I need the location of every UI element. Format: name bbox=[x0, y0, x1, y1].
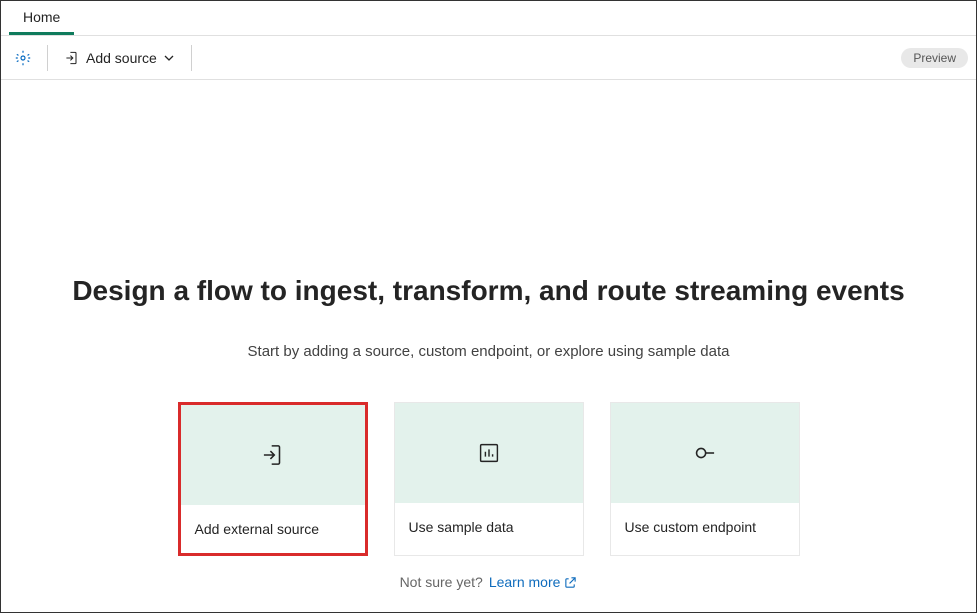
settings-button[interactable] bbox=[9, 44, 37, 72]
add-source-button[interactable]: Add source bbox=[58, 46, 181, 70]
tabstrip: Home bbox=[1, 1, 976, 36]
toolbar: Add source Preview bbox=[1, 36, 976, 80]
chevron-down-icon bbox=[163, 52, 175, 64]
card-visual bbox=[611, 403, 799, 503]
card-use-sample-data[interactable]: Use sample data bbox=[394, 402, 584, 556]
endpoint-icon bbox=[692, 440, 718, 466]
learn-more-label: Learn more bbox=[489, 574, 561, 590]
enter-icon bbox=[64, 50, 80, 66]
card-row: Add external source Use sample data bbox=[178, 402, 800, 556]
footer-prompt: Not sure yet? bbox=[400, 574, 483, 590]
learn-more-link[interactable]: Learn more bbox=[489, 574, 578, 590]
add-source-label: Add source bbox=[86, 50, 157, 66]
card-use-custom-endpoint[interactable]: Use custom endpoint bbox=[610, 402, 800, 556]
page-subtitle: Start by adding a source, custom endpoin… bbox=[248, 343, 730, 360]
card-visual bbox=[395, 403, 583, 503]
gear-icon bbox=[14, 49, 32, 67]
card-label: Use custom endpoint bbox=[611, 503, 799, 551]
card-visual bbox=[181, 405, 365, 505]
preview-badge: Preview bbox=[901, 48, 968, 68]
canvas: Design a flow to ingest, transform, and … bbox=[1, 80, 976, 590]
bar-chart-icon bbox=[477, 441, 501, 465]
card-label: Use sample data bbox=[395, 503, 583, 551]
toolbar-divider bbox=[47, 45, 48, 71]
enter-icon bbox=[260, 442, 286, 468]
card-add-external-source[interactable]: Add external source bbox=[178, 402, 368, 556]
card-label: Add external source bbox=[181, 505, 365, 553]
page-title: Design a flow to ingest, transform, and … bbox=[72, 275, 904, 307]
footer-help: Not sure yet? Learn more bbox=[400, 574, 578, 590]
toolbar-divider bbox=[191, 45, 192, 71]
external-link-icon bbox=[564, 576, 577, 589]
tab-home[interactable]: Home bbox=[9, 1, 74, 35]
